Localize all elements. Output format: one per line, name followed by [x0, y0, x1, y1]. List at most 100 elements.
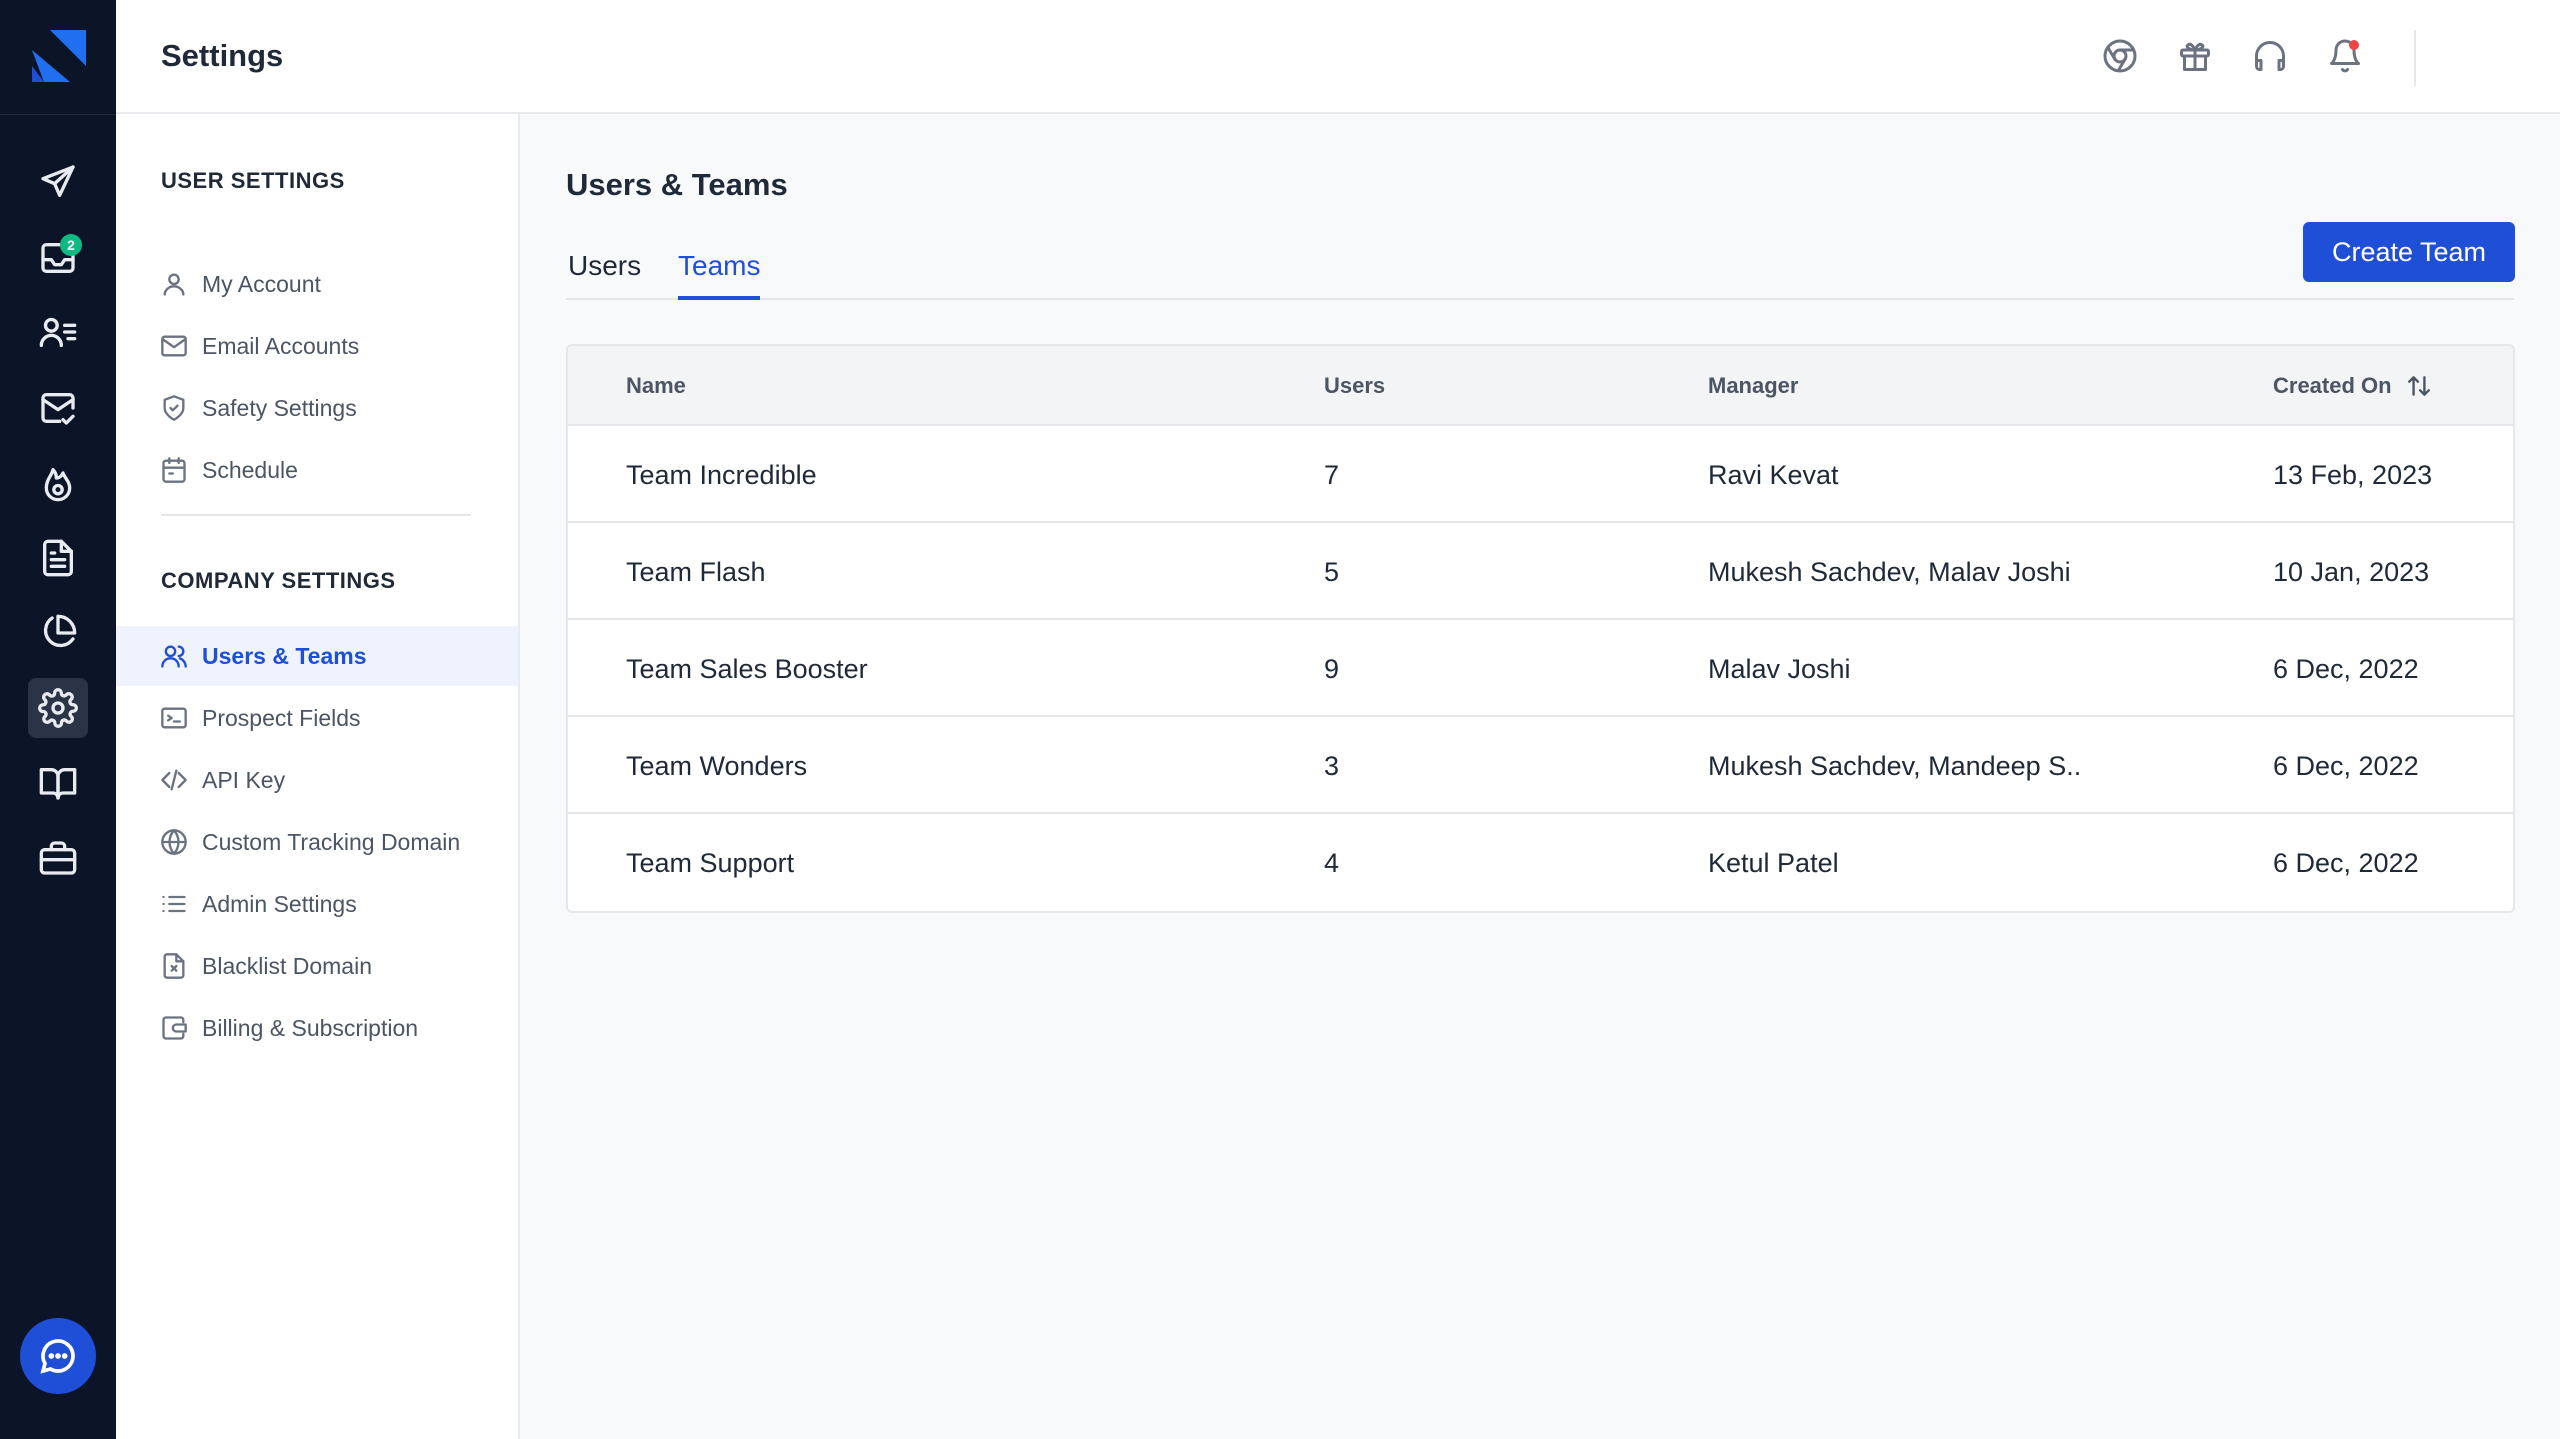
- cell-users: 5: [1324, 557, 1340, 587]
- column-header-label: Created On: [2273, 373, 2392, 398]
- chat-icon: [40, 1339, 75, 1374]
- chat-button[interactable]: [20, 1318, 96, 1394]
- top-header: Settings: [116, 0, 2560, 114]
- company-settings-heading: COMPANY SETTINGS: [161, 568, 396, 593]
- cell-manager: Ketul Patel: [1708, 848, 1839, 878]
- sidebar-item-label: Custom Tracking Domain: [202, 828, 461, 855]
- cell-manager: Mukesh Sachdev, Mandeep S..: [1708, 751, 2082, 781]
- create-team-button[interactable]: Create Team: [2303, 222, 2515, 282]
- rail-divider: [0, 114, 116, 115]
- book-icon[interactable]: [28, 753, 88, 813]
- sidebar-item-label: Admin Settings: [202, 890, 357, 917]
- code-icon: [161, 769, 187, 791]
- sidebar-item-blacklist-domain[interactable]: Blacklist Domain: [116, 936, 518, 996]
- sidebar-item-safety-settings[interactable]: Safety Settings: [116, 378, 518, 438]
- sidebar-item-api-key[interactable]: API Key: [116, 750, 518, 810]
- document-icon[interactable]: [28, 528, 88, 588]
- sidebar-item-label: Billing & Subscription: [202, 1014, 419, 1041]
- cell-name: Team Sales Booster: [626, 654, 868, 684]
- cell-name: Team Support: [626, 848, 795, 878]
- sort-icon[interactable]: [2406, 373, 2432, 399]
- cell-users: 4: [1324, 848, 1340, 878]
- table-row[interactable]: Team Incredible 7 Ravi Kevat 13 Feb, 2023: [568, 426, 2513, 523]
- file-x-icon: [163, 953, 185, 979]
- table-row[interactable]: Team Sales Booster 9 Malav Joshi 6 Dec, 202…: [568, 620, 2513, 717]
- sidebar-item-my-account[interactable]: My Account: [116, 254, 518, 314]
- cell-manager: Mukesh Sachdev, Malav Joshi: [1708, 557, 2071, 587]
- sidebar-divider: [161, 514, 471, 516]
- cell-created-on: 13 Feb, 2023: [2273, 460, 2433, 490]
- section-title: Users & Teams: [566, 167, 788, 202]
- sidebar-item-prospect-fields[interactable]: Prospect Fields: [116, 688, 518, 748]
- flame-icon[interactable]: [28, 453, 88, 513]
- headset-icon[interactable]: [2250, 36, 2290, 76]
- cell-created-on: 6 Dec, 2022: [2273, 751, 2419, 781]
- cell-created-on: 6 Dec, 2022: [2273, 848, 2419, 878]
- column-header-name[interactable]: Name: [626, 373, 686, 399]
- sidebar-item-custom-tracking-domain[interactable]: Custom Tracking Domain: [116, 812, 518, 872]
- globe-icon: [161, 829, 187, 855]
- column-header-users[interactable]: Users: [1324, 373, 1385, 399]
- sidebar-item-admin-settings[interactable]: Admin Settings: [116, 874, 518, 934]
- cell-manager: Malav Joshi: [1708, 654, 1851, 684]
- sidebar-item-billing-subscription[interactable]: Billing & Subscription: [116, 998, 518, 1058]
- sidebar-item-label: My Account: [202, 270, 321, 297]
- header-divider: [2414, 30, 2416, 86]
- sidebar-item-email-accounts[interactable]: Email Accounts: [116, 316, 518, 376]
- contacts-icon[interactable]: [28, 302, 88, 362]
- users-icon: [161, 645, 187, 668]
- shield-icon: [163, 395, 185, 421]
- cell-manager: Ravi Kevat: [1708, 460, 1839, 490]
- chrome-icon[interactable]: [2100, 36, 2140, 76]
- brand-logo[interactable]: [30, 28, 86, 84]
- briefcase-icon[interactable]: [28, 828, 88, 888]
- user-icon: [163, 273, 185, 296]
- table-body: Team Incredible 7 Ravi Kevat 13 Feb, 2023 Te…: [568, 426, 2513, 911]
- inbox-icon[interactable]: 2: [28, 228, 88, 288]
- terminal-icon: [161, 707, 187, 729]
- pie-chart-icon[interactable]: [28, 603, 88, 663]
- list-icon: [162, 895, 186, 913]
- mail-check-icon[interactable]: [28, 378, 88, 438]
- sidebar-item-label: Schedule: [202, 456, 298, 483]
- settings-sidebar: USER SETTINGS My Account Email Accounts …: [116, 114, 520, 1439]
- nav-rail: 2: [0, 0, 116, 1439]
- gear-icon[interactable]: [28, 678, 88, 738]
- cell-name: Team Flash: [626, 557, 766, 587]
- sidebar-item-label: Email Accounts: [202, 332, 360, 359]
- inbox-badge: 2: [60, 234, 82, 256]
- send-icon[interactable]: [28, 152, 88, 212]
- tab-bar: Users Teams: [566, 246, 2514, 300]
- bell-icon[interactable]: [2325, 36, 2365, 76]
- teams-table: Name Users Manager Created On Team Incre…: [566, 344, 2515, 913]
- cell-users: 9: [1324, 654, 1340, 684]
- calendar-icon: [162, 457, 186, 483]
- tab-users[interactable]: Users: [568, 250, 641, 296]
- table-header: Name Users Manager Created On: [568, 346, 2513, 426]
- cell-name: Team Wonders: [626, 751, 808, 781]
- notification-dot: [2349, 40, 2359, 50]
- column-header-created-on[interactable]: Created On: [2273, 373, 2432, 399]
- user-settings-heading: USER SETTINGS: [161, 168, 345, 193]
- sidebar-item-users-teams[interactable]: Users & Teams: [116, 626, 518, 686]
- cell-created-on: 10 Jan, 2023: [2273, 557, 2430, 587]
- cell-users: 7: [1324, 460, 1340, 490]
- page-title: Settings: [161, 38, 284, 73]
- cell-name: Team Incredible: [626, 460, 817, 490]
- sidebar-item-label: Safety Settings: [202, 394, 357, 421]
- sidebar-item-label: Blacklist Domain: [202, 952, 372, 979]
- wallet-icon: [162, 1016, 187, 1040]
- table-row[interactable]: Team Support 4 Ketul Patel 6 Dec, 2022: [568, 814, 2513, 911]
- cell-created-on: 6 Dec, 2022: [2273, 654, 2419, 684]
- sidebar-item-label: API Key: [202, 766, 286, 793]
- envelope-icon: [161, 335, 187, 357]
- cell-users: 3: [1324, 751, 1340, 781]
- table-row[interactable]: Team Wonders 3 Mukesh Sachdev, Mandeep S..…: [568, 717, 2513, 814]
- column-header-manager[interactable]: Manager: [1708, 373, 1798, 399]
- sidebar-item-schedule[interactable]: Schedule: [116, 440, 518, 500]
- table-row[interactable]: Team Flash 5 Mukesh Sachdev, Malav Joshi 10…: [568, 523, 2513, 620]
- gift-icon[interactable]: [2175, 36, 2215, 76]
- sidebar-item-label: Prospect Fields: [202, 704, 361, 731]
- tab-teams[interactable]: Teams: [678, 250, 761, 300]
- sidebar-item-label: Users & Teams: [202, 642, 367, 669]
